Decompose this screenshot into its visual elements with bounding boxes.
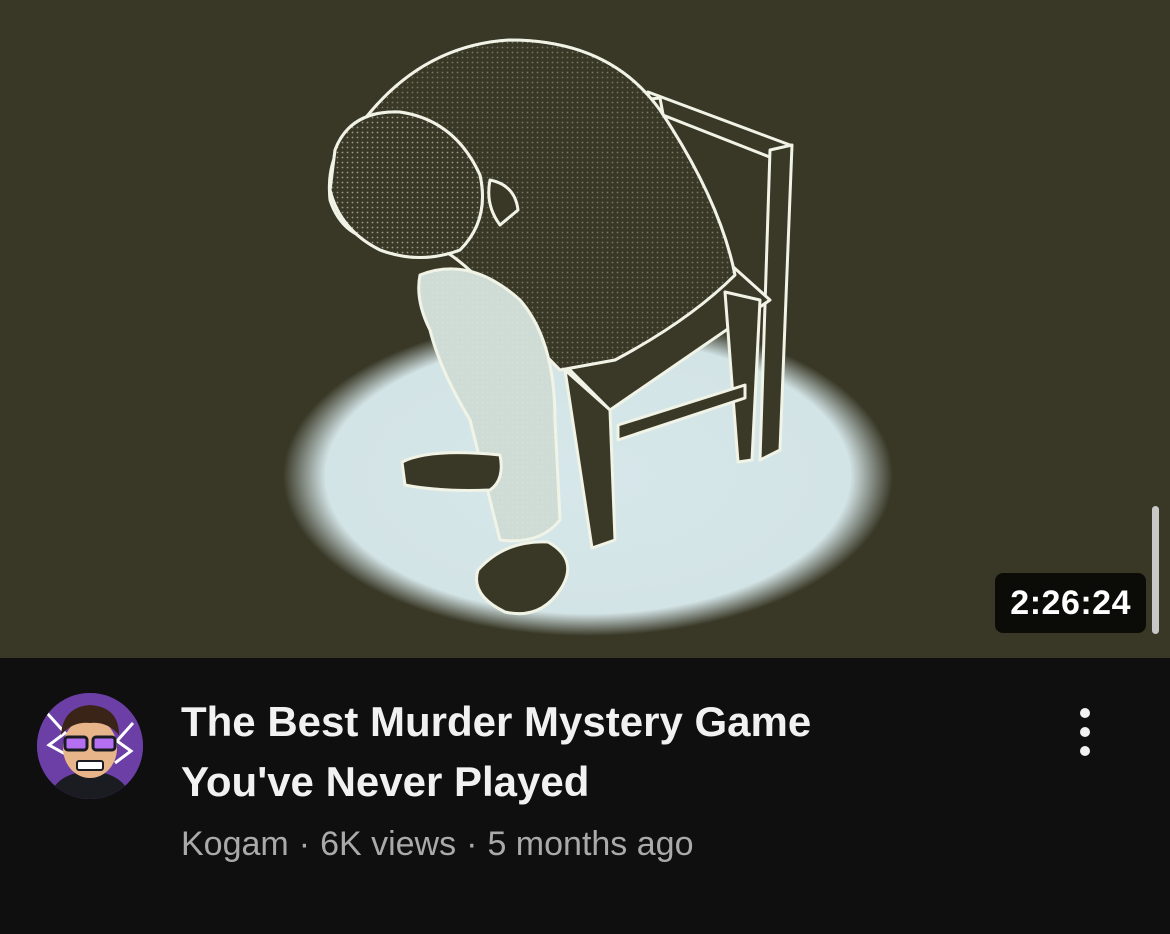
more-dot [1080,746,1090,756]
video-thumbnail[interactable]: 2:26:24 [0,0,1170,658]
video-title-line-1: The Best Murder Mystery Game [181,698,812,745]
channel-avatar[interactable] [37,693,143,799]
channel-name[interactable]: Kogam [181,825,289,863]
more-vertical-icon[interactable] [1062,702,1108,762]
upload-age: 5 months ago [487,825,694,863]
metadata-separator: · [466,825,478,863]
scroll-indicator[interactable] [1152,506,1159,634]
thumbnail-artwork [283,38,893,636]
more-dot [1080,727,1090,737]
video-duration-badge: 2:26:24 [995,573,1146,633]
video-details: The Best Murder Mystery Game You've Neve… [0,658,1170,934]
metadata-separator: · [298,825,311,863]
more-dot [1080,708,1090,718]
avatar-illustration [37,693,143,799]
view-count: 6K views [320,825,457,863]
video-metadata: Kogam · 6K views · 5 months ago [181,824,693,864]
video-title[interactable]: The Best Murder Mystery Game You've Neve… [181,692,1001,812]
video-title-line-2: You've Never Played [181,758,590,805]
video-card: 2:26:24 The Best Murder Mystery Game You… [0,0,1170,934]
